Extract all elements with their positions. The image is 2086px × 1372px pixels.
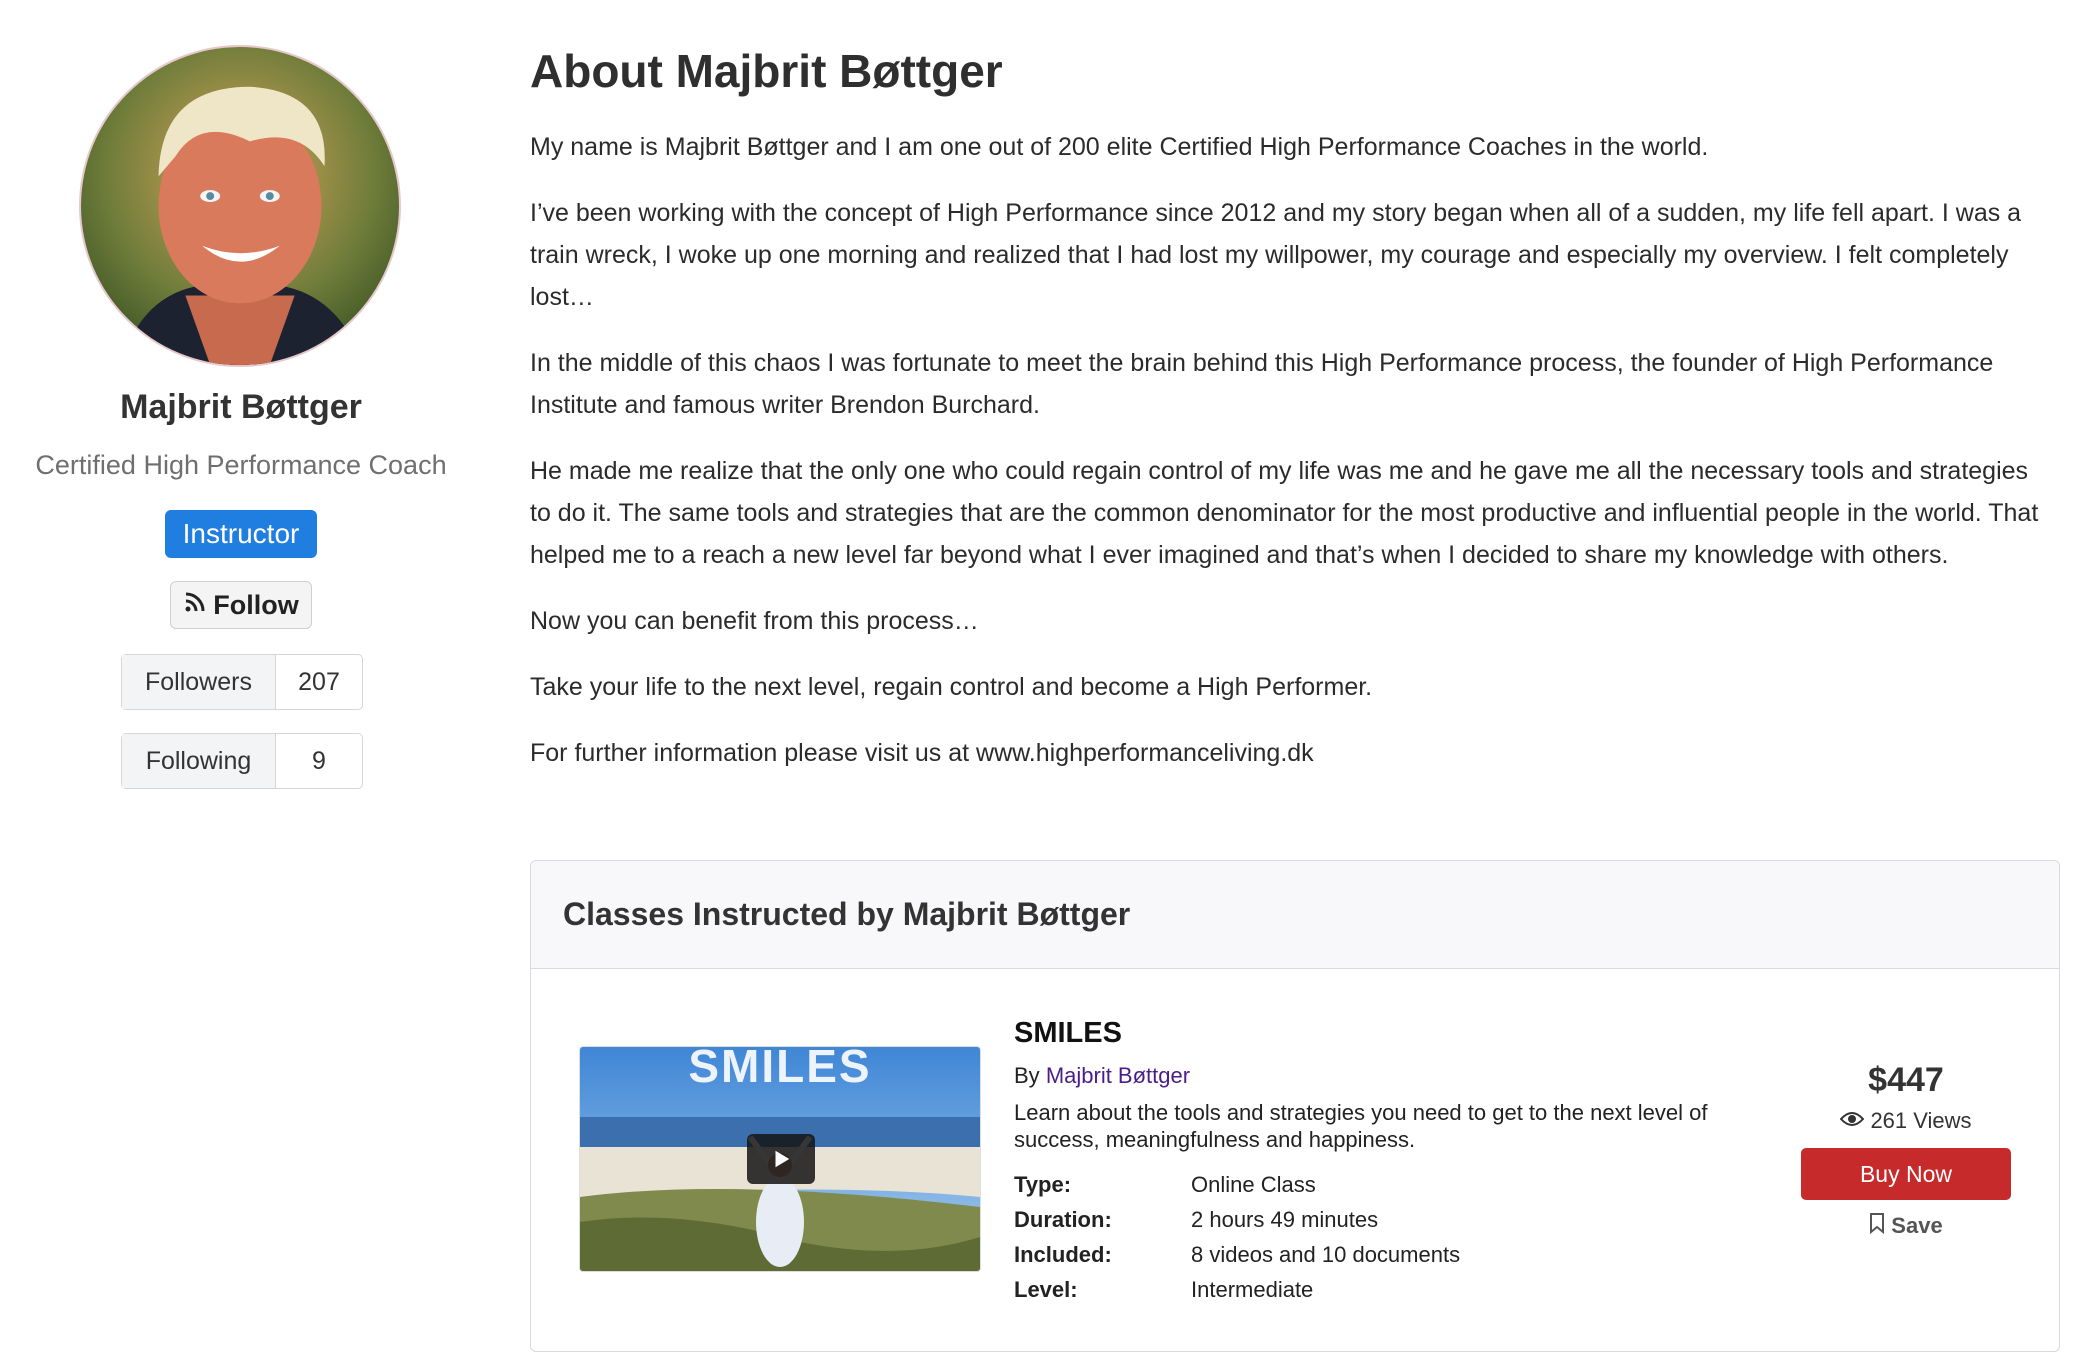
- eye-icon: [1840, 1108, 1865, 1134]
- detail-key: Level:: [1014, 1277, 1078, 1302]
- detail-key: Included:: [1014, 1242, 1112, 1267]
- about-paragraph: Now you can benefit from this process…: [530, 607, 979, 635]
- followers-label: Followers: [122, 655, 276, 709]
- detail-row: Type: Online Class: [1014, 1167, 1460, 1202]
- instructor-title: Certified High Performance Coach: [35, 450, 447, 480]
- class-details: Type: Online Class Duration: 2 hours 49 …: [1014, 1167, 1460, 1307]
- classes-card: Classes Instructed by Majbrit Bøttger SM…: [530, 860, 2060, 1352]
- class-thumbnail[interactable]: SMILES: [579, 1046, 981, 1272]
- about-paragraph: He made me realize that the only one who…: [530, 457, 2039, 569]
- instructor-name: Majbrit Bøttger: [120, 388, 362, 426]
- classes-header: Classes Instructed by Majbrit Bøttger: [531, 861, 2059, 969]
- follow-label: Follow: [213, 589, 299, 620]
- avatar: [79, 45, 401, 367]
- play-icon: [770, 1148, 792, 1170]
- about-paragraph: I’ve been working with the concept of Hi…: [530, 199, 2022, 311]
- buy-now-button[interactable]: Buy Now: [1801, 1148, 2011, 1200]
- bookmark-icon: [1869, 1212, 1885, 1240]
- following-count: 9: [312, 746, 326, 775]
- detail-row: Included: 8 videos and 10 documents: [1014, 1237, 1460, 1272]
- class-byline: By Majbrit Bøttger: [1014, 1063, 1190, 1089]
- class-views: 261 Views: [1801, 1108, 2011, 1134]
- price-column: $447 261 Views Buy Now Save: [1801, 1061, 2011, 1240]
- thumbnail-title: SMILES: [688, 1046, 872, 1092]
- detail-value: Online Class: [1191, 1172, 1316, 1197]
- instructor-badge: Instructor: [165, 510, 317, 558]
- instructor-link[interactable]: Majbrit Bøttger: [1046, 1063, 1190, 1088]
- views-count: 261 Views: [1870, 1108, 1972, 1133]
- rss-icon: [183, 590, 207, 621]
- about-title: About Majbrit Bøttger: [530, 45, 1003, 97]
- followers-count: 207: [298, 667, 340, 696]
- detail-value: 2 hours 49 minutes: [1191, 1207, 1379, 1232]
- byline-prefix: By: [1014, 1063, 1040, 1088]
- follow-button[interactable]: Follow: [170, 581, 312, 629]
- detail-row: Duration: 2 hours 49 minutes: [1014, 1202, 1460, 1237]
- about-paragraph: Take your life to the next level, regain…: [530, 673, 1373, 701]
- detail-key: Type:: [1014, 1172, 1072, 1197]
- about-paragraph: For further information please visit us …: [530, 739, 1314, 767]
- save-label: Save: [1891, 1213, 1943, 1238]
- following-stat[interactable]: Following 9: [121, 733, 363, 789]
- detail-row: Level: Intermediate: [1014, 1272, 1460, 1307]
- about-paragraph: My name is Majbrit Bøttger and I am one …: [530, 133, 1709, 161]
- play-button[interactable]: [747, 1134, 815, 1184]
- class-price: $447: [1868, 1061, 1944, 1099]
- about-paragraph: In the middle of this chaos I was fortun…: [530, 349, 1994, 419]
- detail-key: Duration:: [1014, 1207, 1112, 1232]
- followers-stat[interactable]: Followers 207: [121, 654, 363, 710]
- class-description: Learn about the tools and strategies you…: [1014, 1100, 1708, 1152]
- about-body: My name is Majbrit Bøttger and I am one …: [530, 126, 2050, 798]
- following-label: Following: [122, 734, 276, 788]
- detail-value: 8 videos and 10 documents: [1191, 1242, 1461, 1267]
- save-button[interactable]: Save: [1801, 1212, 2011, 1240]
- class-title[interactable]: SMILES: [1014, 1017, 1122, 1050]
- detail-value: Intermediate: [1191, 1277, 1314, 1302]
